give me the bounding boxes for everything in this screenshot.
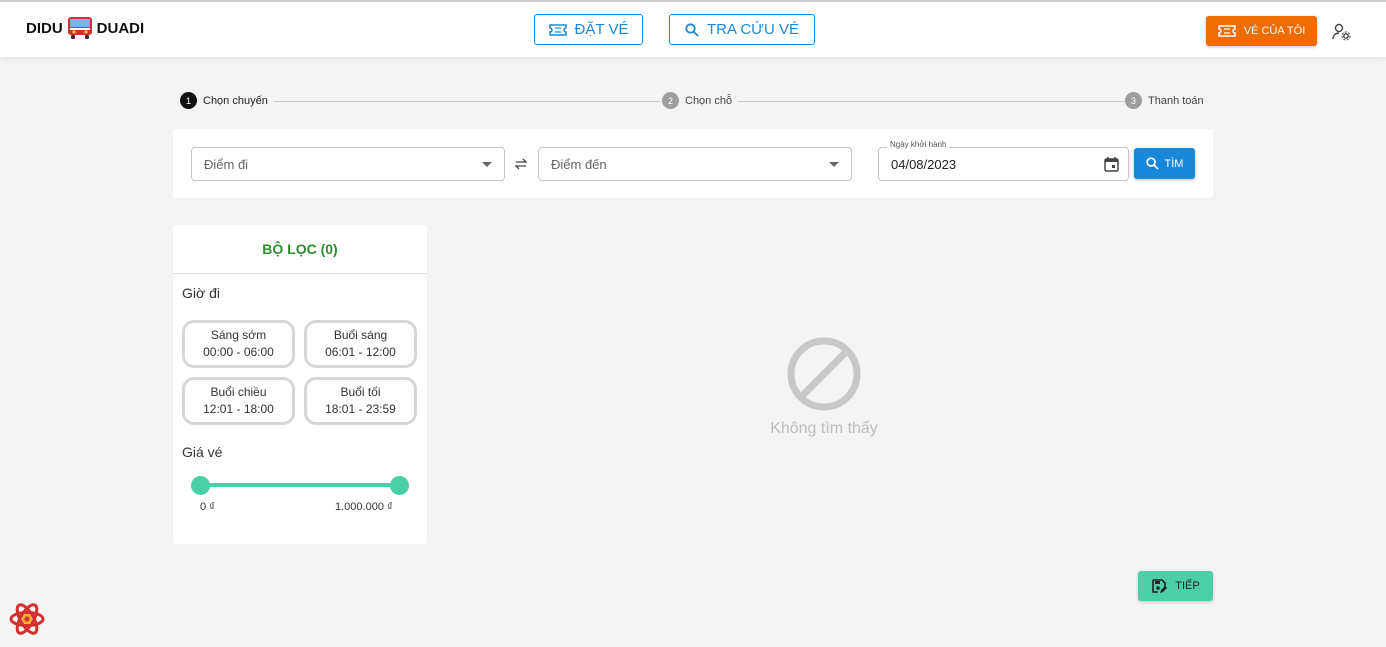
- filter-title: BỘ LỌC (0): [173, 225, 427, 274]
- ticket-icon: [548, 23, 567, 36]
- time-chip-range: 06:01 - 12:00: [325, 345, 396, 359]
- search-icon: [1145, 157, 1159, 170]
- departure-select[interactable]: Điểm đi: [191, 147, 505, 181]
- date-value: 04/08/2023: [891, 156, 957, 172]
- price-slider-max-thumb[interactable]: [390, 476, 409, 495]
- date-field-label: Ngày khởi hành: [887, 140, 950, 149]
- filter-panel: BỘ LỌC (0) Giờ đi Sáng sớm 00:00 - 06:00…: [173, 225, 427, 544]
- time-chip-name: Buổi chiều: [210, 385, 267, 399]
- time-chip-evening[interactable]: Buổi tối 18:01 - 23:59: [304, 377, 417, 425]
- app-header: DIDU DUADI ĐẶT VÉ TRA CỨU VÉ VÉ CỦA TÔI: [0, 0, 1386, 57]
- empty-results-text: Không tìm thấy: [770, 420, 878, 437]
- step-number: 2: [662, 92, 679, 109]
- calendar-icon[interactable]: [1103, 156, 1120, 173]
- caret-down-icon: [829, 162, 839, 167]
- book-ticket-label: ĐẶT VÉ: [574, 21, 629, 38]
- step-label: Chọn chuyến: [203, 94, 268, 107]
- search-panel: Điểm đi Điểm đến Ngày khởi hành 04/08/20…: [173, 129, 1213, 198]
- user-settings-icon[interactable]: [1332, 22, 1352, 42]
- price-label: Giá vé: [182, 444, 223, 460]
- step-select-seat: 2 Chọn chỗ: [662, 92, 739, 109]
- lookup-ticket-label: TRA CỨU VÉ: [707, 21, 799, 38]
- step-select-trip: 1 Chọn chuyến: [180, 92, 274, 109]
- empty-results: Không tìm thấy: [740, 335, 908, 438]
- destination-placeholder: Điểm đến: [551, 156, 607, 172]
- booking-stepper: 1 Chọn chuyến 2 Chọn chỗ 3 Thanh toán: [180, 92, 1206, 112]
- time-chip-name: Buổi sáng: [333, 328, 388, 342]
- time-chip-name: Buổi tối: [340, 385, 381, 399]
- departure-time-label: Giờ đi: [182, 285, 220, 301]
- step-connector: [735, 101, 1125, 102]
- search-button-label: TÌM: [1164, 157, 1184, 170]
- save-edit-icon: [1152, 579, 1168, 593]
- time-chip-range: 00:00 - 06:00: [203, 345, 274, 359]
- price-min-value: 0 ₫: [200, 501, 215, 513]
- next-button-label: TIẾP: [1175, 580, 1200, 592]
- step-connector: [270, 101, 660, 102]
- step-label: Chọn chỗ: [685, 94, 733, 107]
- step-number: 3: [1125, 92, 1142, 109]
- step-payment: 3 Thanh toán: [1125, 92, 1204, 109]
- block-icon: [787, 337, 861, 411]
- step-number: 1: [180, 92, 197, 109]
- time-chip-afternoon[interactable]: Buổi chiều 12:01 - 18:00: [182, 377, 295, 425]
- caret-down-icon: [482, 162, 492, 167]
- my-tickets-button[interactable]: VÉ CỦA TÔI: [1206, 16, 1317, 46]
- bus-icon: [67, 17, 92, 39]
- destination-select[interactable]: Điểm đến: [538, 147, 852, 181]
- next-button[interactable]: TIẾP: [1138, 571, 1213, 601]
- logo-text-left: DIDU: [26, 19, 63, 37]
- departure-placeholder: Điểm đi: [204, 156, 249, 172]
- react-logo-icon[interactable]: [9, 601, 45, 637]
- swap-icon[interactable]: [513, 156, 529, 172]
- step-label: Thanh toán: [1148, 94, 1204, 107]
- book-ticket-button[interactable]: ĐẶT VÉ: [534, 14, 643, 45]
- departure-date-field[interactable]: Ngày khởi hành 04/08/2023: [878, 140, 1129, 181]
- my-tickets-label: VÉ CỦA TÔI: [1243, 25, 1306, 37]
- time-chip-range: 12:01 - 18:00: [203, 402, 274, 416]
- search-icon: [685, 22, 699, 37]
- search-button[interactable]: TÌM: [1134, 148, 1195, 179]
- ticket-icon: [1217, 25, 1236, 37]
- time-chip-early-morning[interactable]: Sáng sớm 00:00 - 06:00: [182, 320, 295, 368]
- time-chip-morning[interactable]: Buổi sáng 06:01 - 12:00: [304, 320, 417, 368]
- logo-text-right: DUADI: [96, 19, 145, 37]
- time-chip-range: 18:01 - 23:59: [325, 402, 396, 416]
- price-max-value: 1.000.000 ₫: [335, 501, 393, 513]
- price-slider-min-thumb[interactable]: [191, 476, 210, 495]
- time-chip-name: Sáng sớm: [210, 328, 267, 342]
- price-slider-track[interactable]: [200, 483, 399, 487]
- brand-logo[interactable]: DIDU DUADI: [26, 16, 144, 40]
- lookup-ticket-button[interactable]: TRA CỨU VÉ: [669, 14, 815, 45]
